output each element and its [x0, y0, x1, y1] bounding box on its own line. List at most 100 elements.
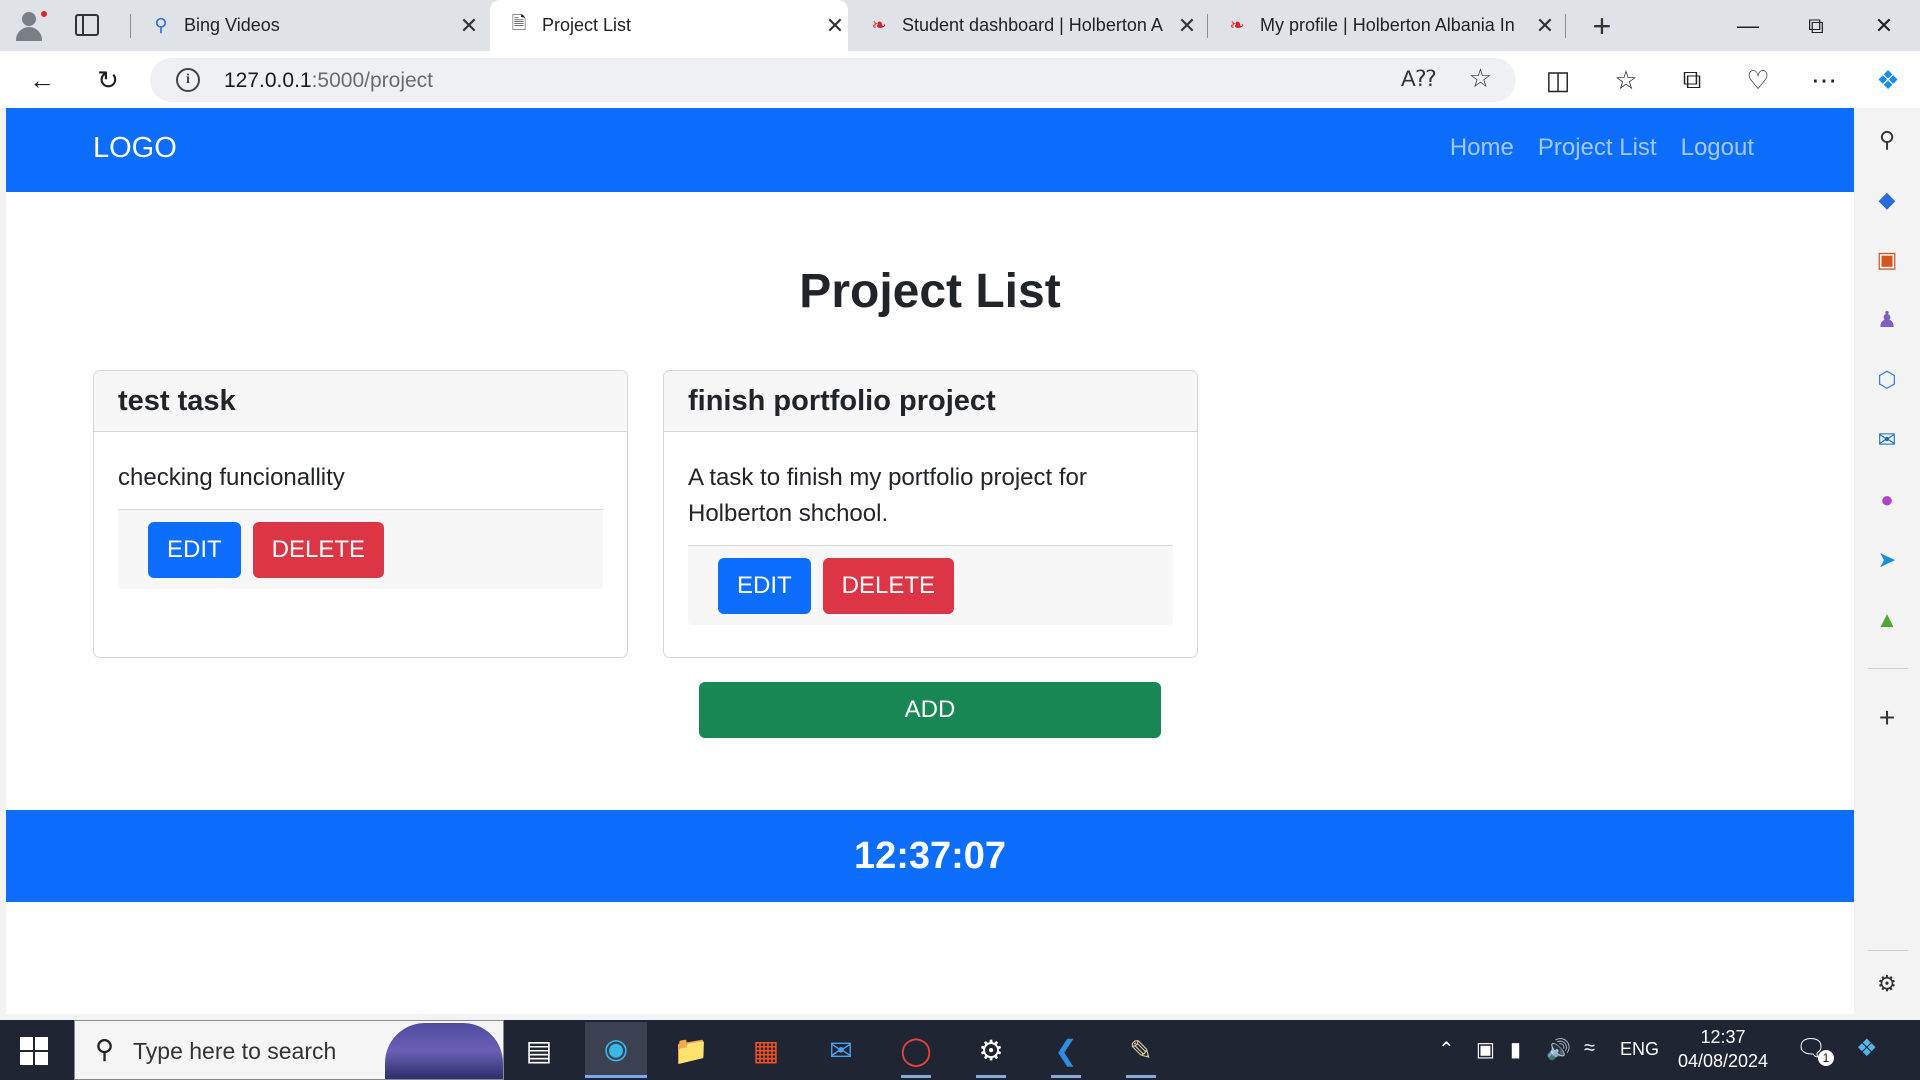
- delete-button[interactable]: DELETE: [822, 557, 955, 614]
- sidebar-divider: [1868, 668, 1908, 669]
- wifi-icon[interactable]: ≈: [1584, 1037, 1595, 1060]
- browser-essentials-icon[interactable]: ♡: [1738, 61, 1778, 99]
- settings-gear-icon[interactable]: ⚙: [1871, 968, 1903, 1000]
- taskbar-search[interactable]: ⚲ Type here to search: [74, 1020, 504, 1080]
- project-card: finish portfolio project A task to finis…: [663, 370, 1198, 658]
- close-tab-icon[interactable]: ✕: [1532, 13, 1558, 39]
- project-description: checking funcionallity: [118, 464, 345, 491]
- url-text[interactable]: 127.0.0.1:5000/project: [224, 69, 433, 93]
- project-title: test task: [94, 371, 627, 432]
- chrome-icon[interactable]: ◯: [885, 1022, 947, 1078]
- back-icon[interactable]: ←: [22, 61, 62, 99]
- project-title: finish portfolio project: [664, 371, 1197, 432]
- tab-actions-icon[interactable]: [75, 14, 99, 36]
- delete-button[interactable]: DELETE: [252, 521, 385, 578]
- edge-browser-icon[interactable]: ◉: [585, 1022, 647, 1078]
- close-tab-icon[interactable]: ✕: [822, 13, 848, 39]
- volume-icon[interactable]: 🔊: [1546, 1037, 1571, 1062]
- collections-icon[interactable]: ⧉: [1672, 61, 1712, 99]
- notification-count-badge: 1: [1818, 1050, 1834, 1066]
- vscode-icon[interactable]: ❮: [1035, 1022, 1097, 1078]
- shopping-tag-icon[interactable]: ◆: [1871, 184, 1903, 216]
- address-bar[interactable]: i 127.0.0.1:5000/project A⁇ ☆: [150, 58, 1516, 102]
- holberton-icon: ❧: [871, 15, 887, 35]
- add-sidebar-app-icon[interactable]: +: [1871, 702, 1903, 734]
- footer-clock: 12:37:07: [853, 835, 1007, 877]
- copilot-taskbar-icon[interactable]: ❖: [1856, 1034, 1878, 1063]
- microsoft-365-icon[interactable]: ⬡: [1871, 364, 1903, 396]
- tab-bing-videos[interactable]: ⚲ Bing Videos ✕: [142, 0, 482, 51]
- page-icon: 🗎: [511, 12, 527, 33]
- tab-divider: [1207, 14, 1208, 38]
- battery-icon[interactable]: ▮: [1510, 1037, 1521, 1062]
- tab-divider: [130, 14, 131, 38]
- language-indicator[interactable]: ENG: [1620, 1039, 1659, 1060]
- card-actions: EDIT DELETE: [118, 509, 603, 589]
- tab-strip: ⚲ Bing Videos ✕ 🗎 Project List ✕ ❧ Stude…: [0, 0, 1920, 51]
- split-screen-icon[interactable]: ◫: [1538, 61, 1578, 99]
- file-explorer-icon[interactable]: 📁: [660, 1022, 722, 1078]
- logo[interactable]: LOGO: [93, 132, 177, 165]
- time: 12:37: [1700, 1027, 1746, 1047]
- more-options-icon[interactable]: ⋯: [1804, 61, 1844, 99]
- footer: 12:37:07: [6, 810, 1854, 902]
- card-body: checking funcionallity EDIT DELETE: [94, 432, 627, 589]
- mail-icon[interactable]: ✉: [810, 1022, 872, 1078]
- favorites-icon[interactable]: ☆: [1606, 61, 1646, 99]
- add-project-button[interactable]: ADD: [699, 682, 1161, 738]
- project-description: A task to finish my portfolio project fo…: [688, 464, 1087, 527]
- paint-icon[interactable]: ✎: [1110, 1022, 1172, 1078]
- close-tab-icon[interactable]: ✕: [1174, 13, 1200, 39]
- designer-icon[interactable]: ●: [1871, 484, 1903, 516]
- tab-divider: [1565, 14, 1566, 38]
- tab-project-list[interactable]: 🗎 Project List ✕: [490, 0, 848, 51]
- navbar: LOGO Home Project List Logout: [6, 108, 1854, 192]
- close-tab-icon[interactable]: ✕: [456, 13, 482, 39]
- refresh-icon[interactable]: ↻: [88, 61, 128, 99]
- games-icon[interactable]: ♟: [1871, 304, 1903, 336]
- tab-title: My profile | Holberton Albania In: [1260, 15, 1515, 35]
- read-aloud-icon[interactable]: A⁇: [1401, 66, 1436, 92]
- nav-link-project-list[interactable]: Project List: [1538, 134, 1657, 162]
- tree-icon[interactable]: ▲: [1871, 604, 1903, 636]
- outlook-icon[interactable]: ✉: [1871, 424, 1903, 456]
- new-tab-icon[interactable]: +: [1586, 8, 1618, 45]
- card-body: A task to finish my portfolio project fo…: [664, 432, 1197, 625]
- search-placeholder: Type here to search: [133, 1038, 337, 1064]
- nav-links: Home Project List Logout: [1450, 134, 1754, 162]
- site-info-icon[interactable]: i: [176, 68, 200, 92]
- edit-button[interactable]: EDIT: [718, 557, 811, 614]
- search-icon[interactable]: ⚲: [1871, 124, 1903, 156]
- favorite-star-icon[interactable]: ☆: [1469, 63, 1492, 94]
- windows-start-icon[interactable]: [20, 1037, 48, 1065]
- browser-toolbar: ← ↻ i 127.0.0.1:5000/project A⁇ ☆ ◫ ☆ ⧉ …: [0, 51, 1920, 108]
- project-card: test task checking funcionallity EDIT DE…: [93, 370, 628, 658]
- holberton-icon: ❧: [1229, 15, 1245, 35]
- date: 04/08/2024: [1677, 1051, 1769, 1071]
- search-icon: ⚲: [95, 1034, 115, 1064]
- task-view-icon[interactable]: ▤: [508, 1022, 570, 1078]
- edit-button[interactable]: EDIT: [148, 521, 241, 578]
- nav-link-logout[interactable]: Logout: [1681, 134, 1754, 162]
- tab-my-profile[interactable]: ❧ My profile | Holberton Albania In ✕: [1218, 0, 1558, 51]
- tab-student-dashboard[interactable]: ❧ Student dashboard | Holberton A ✕: [860, 0, 1200, 51]
- windows-taskbar: ⚲ Type here to search ▤ ◉ 📁 ▦ ✉ ◯ ⚙ ❮ ✎ …: [0, 1020, 1920, 1080]
- page-title: Project List: [799, 265, 1061, 318]
- minimize-icon[interactable]: —: [1714, 0, 1782, 51]
- card-actions: EDIT DELETE: [688, 545, 1173, 625]
- tools-briefcase-icon[interactable]: ▣: [1871, 244, 1903, 276]
- microsoft-store-icon[interactable]: ▦: [735, 1022, 797, 1078]
- close-window-icon[interactable]: ✕: [1850, 0, 1918, 51]
- nav-link-home[interactable]: Home: [1450, 134, 1514, 162]
- settings-icon[interactable]: ⚙: [960, 1022, 1022, 1078]
- show-hidden-icons-icon[interactable]: ⌃: [1438, 1037, 1455, 1062]
- profile-icon[interactable]: [12, 8, 52, 42]
- clock[interactable]: 12:37 04/08/2024: [1668, 1025, 1778, 1073]
- meet-now-icon[interactable]: ▣: [1476, 1037, 1495, 1062]
- tab-title: Bing Videos: [184, 15, 280, 35]
- bing-search-icon: ⚲: [154, 15, 168, 35]
- sidebar-divider: [1868, 950, 1908, 951]
- copilot-icon[interactable]: ❖: [1868, 61, 1908, 99]
- send-icon[interactable]: ➤: [1871, 544, 1903, 576]
- restore-icon[interactable]: ⧉: [1782, 0, 1850, 51]
